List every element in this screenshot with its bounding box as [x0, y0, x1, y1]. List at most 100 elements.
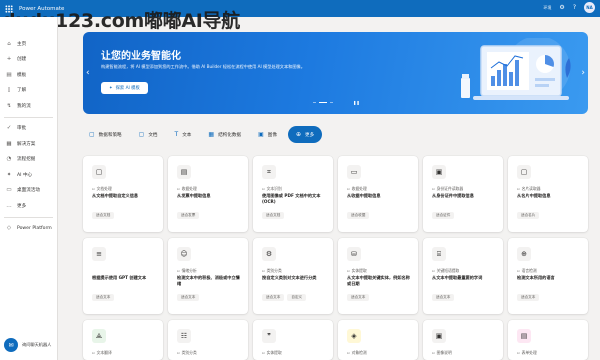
laptop-chart-illustration	[461, 38, 571, 100]
pause-icon[interactable]: ❚❚	[353, 100, 360, 105]
chip-3[interactable]: ▦ 结构化数据	[202, 126, 247, 143]
template-card[interactable]: ◈ ▫ 对象检测	[338, 320, 418, 360]
sidebar-item-label: 更多	[17, 203, 27, 209]
avatar[interactable]: NA	[584, 2, 595, 13]
chip-1[interactable]: ▢ 文档	[133, 126, 164, 143]
template-card[interactable]: ▭ ▫ 收据处理 从收据中提取信息 适合收据	[338, 156, 418, 232]
carousel-dots	[313, 102, 333, 104]
card-category-label: 文档处理	[96, 186, 112, 191]
card-category-label: 类别分类	[266, 268, 282, 273]
template-card[interactable]: ≡ 根据提示使用 GPT 创建文本 适合文本	[83, 238, 163, 314]
carousel-dot[interactable]	[319, 102, 327, 104]
settings-icon[interactable]: ⚙	[559, 4, 564, 11]
chip-label: 图像	[267, 132, 277, 138]
template-card[interactable]: ▤ ▫ 收据处理 从发票中提取信息 适合发票	[168, 156, 248, 232]
card-category: ▫ 身份证件读取器	[432, 186, 463, 192]
card-category: ▫ 类别分类	[177, 350, 197, 356]
chatbot-button[interactable]: ✉ 询问聊天机器人	[4, 338, 51, 352]
card-category-label: 文本识别	[266, 186, 282, 191]
checklist-icon: ☷	[177, 329, 191, 343]
template-card[interactable]: ☺ ▫ 情绪分析 检测文本中的积极、消极或中立情绪 适合文本	[168, 238, 248, 314]
chip-5[interactable]: ⊕ 更多	[287, 126, 323, 143]
sidebar-item-more[interactable]: … 更多	[0, 198, 57, 214]
chip-label: 文档	[148, 132, 158, 138]
card-tags: 适合文本	[432, 294, 455, 301]
sidebar-item-label: Power Platform	[17, 225, 52, 231]
card-category: ▫ 收据处理	[347, 186, 367, 192]
sidebar: ⌂ 主页 + 创建 ▤ 模板 ▯ 了解 ↯ 我的流 ✓ 审批 ▦ 解决方案 ◔ 流程挖掘 ✦ AI 中心 ▭ 桌面流…	[0, 17, 58, 360]
sidebar-item-process-mining[interactable]: ◔ 流程挖掘	[0, 152, 57, 168]
template-card[interactable]: ⟁ ▫ 文本翻译	[83, 320, 163, 360]
banner-description: 构建智能流程，将 AI 模型添加到您的工作流中。借助 AI Builder 轻松…	[101, 64, 305, 69]
help-icon[interactable]: ?	[573, 4, 576, 11]
template-card[interactable]: ☷ ▫ 类别分类	[168, 320, 248, 360]
template-card[interactable]: ▢ ▫ 名片读取器 从名片中提取信息 适合名片	[508, 156, 588, 232]
template-card[interactable]: ▤ ▫ 表单处理	[508, 320, 588, 360]
template-card[interactable]: ▣ ▫ 图像说明	[423, 320, 503, 360]
sidebar-item-label: 审批	[17, 126, 27, 132]
sidebar-nav-primary: ⌂ 主页 + 创建 ▤ 模板 ▯ 了解 ↯ 我的流	[0, 36, 57, 114]
sidebar-item-desktop-flows[interactable]: ▭ 桌面流活动	[0, 183, 57, 199]
chip-4[interactable]: ▣ 图像	[252, 126, 283, 143]
template-card-grid: ▢ ▫ 文档处理 从文档中提取自定义信息 适合文档 ▤ ▫ 收据处理 从发票中提取信息 适合发票 ⌗…	[83, 156, 588, 360]
chat-icon: ✉	[4, 338, 18, 352]
template-card[interactable]: ❞ ▫ 实体提取	[253, 320, 333, 360]
card-category: ▫ 文本翻译	[92, 350, 112, 356]
card-title: 检测文本中的积极、消极或中立情绪	[177, 275, 240, 286]
card-category: ▫ 关键短语提取	[432, 268, 459, 274]
card-tags: 适合收据	[347, 212, 370, 219]
category-icon: ▫	[262, 186, 265, 191]
card-title: 从文本中提取关键实体，例如名称或日期	[347, 275, 410, 286]
sidebar-item-power-platform[interactable]: ◇ Power Platform	[0, 221, 57, 237]
sidebar-item-label: 我的流	[17, 103, 31, 109]
template-card[interactable]: ▢ ▫ 文档处理 从文档中提取自定义信息 适合文档	[83, 156, 163, 232]
sidebar-item-template[interactable]: ▤ 模板	[0, 67, 57, 83]
chip-2[interactable]: T 文本	[169, 126, 198, 143]
explore-ai-templates-button[interactable]: ✦ 探索 AI 模板	[101, 82, 148, 94]
carousel-prev-icon[interactable]: ‹	[86, 68, 90, 78]
text-icon: T	[174, 131, 179, 138]
environment-label[interactable]: 环境	[543, 5, 551, 10]
card-tag: 适合文本	[517, 294, 540, 301]
template-card[interactable]: ▣ ▫ 身份证件读取器 从身份证件中提取信息 适合证件	[423, 156, 503, 232]
sidebar-item-home[interactable]: ⌂ 主页	[0, 36, 57, 52]
card-tag: 适合收据	[347, 212, 370, 219]
sidebar-item-learn[interactable]: ▯ 了解	[0, 83, 57, 99]
card-category: ▫ 名片读取器	[517, 186, 541, 192]
form-icon: ▤	[517, 329, 531, 343]
template-card[interactable]: ⊕ ▫ 语言检测 检测文本所用的语言 适合文本	[508, 238, 588, 314]
category-icon: ▫	[347, 268, 350, 273]
template-card[interactable]: ⌗ ▫ 文本识别 使用图像或 PDF 文档中的文本 (OCR) 适合文档	[253, 156, 333, 232]
structured-data-icon: ▦	[208, 131, 215, 138]
image-desc-icon: ▣	[432, 329, 446, 343]
card-title: 使用图像或 PDF 文档中的文本 (OCR)	[262, 193, 321, 204]
carousel-dot[interactable]	[330, 102, 333, 104]
sidebar-item-my-flows[interactable]: ↯ 我的流	[0, 98, 57, 114]
card-tags: 适合发票	[177, 212, 200, 219]
card-tag: 适合文档	[262, 212, 285, 219]
card-category: ▫ 实体提取	[262, 350, 282, 356]
card-category: ▫ 语言检测	[517, 268, 537, 274]
chip-label: 文本	[182, 132, 192, 138]
sidebar-item-solutions[interactable]: ▦ 解决方案	[0, 136, 57, 152]
card-tags: 适合文本	[177, 294, 200, 301]
template-card[interactable]: ⌸ ▫ 关键短语提取 从文本中提取最重要的字词 适合文本	[423, 238, 503, 314]
chip-0[interactable]: ▢ 数据和策略	[83, 126, 128, 143]
card-tags: 适合证件	[432, 212, 455, 219]
card-tag: 适合文档	[92, 212, 115, 219]
template-card[interactable]: ⚙ ▫ 类别分类 按自定义类别对文本进行分类 适合文本 自定义	[253, 238, 333, 314]
sidebar-item-create[interactable]: + 创建	[0, 52, 57, 68]
carousel-dot[interactable]	[313, 102, 316, 104]
template-card[interactable]: ⛁ ▫ 实体提取 从文本中提取关键实体，例如名称或日期 适合文本	[338, 238, 418, 314]
banner-title: 让您的业务智能化	[101, 51, 181, 62]
sidebar-item-approvals[interactable]: ✓ 审批	[0, 121, 57, 137]
sidebar-item-ai-hub[interactable]: ✦ AI 中心	[0, 167, 57, 183]
card-category: ▫ 对象检测	[347, 350, 367, 356]
key-phrase-icon: ⌸	[432, 247, 446, 261]
carousel-next-icon[interactable]: ›	[581, 68, 585, 78]
category-icon: ▫	[177, 186, 180, 191]
category-icon: ▫	[517, 268, 520, 273]
card-category-label: 收据处理	[351, 186, 367, 191]
translate-icon: ⟁	[92, 329, 106, 343]
entity-icon: ⛁	[347, 247, 361, 261]
